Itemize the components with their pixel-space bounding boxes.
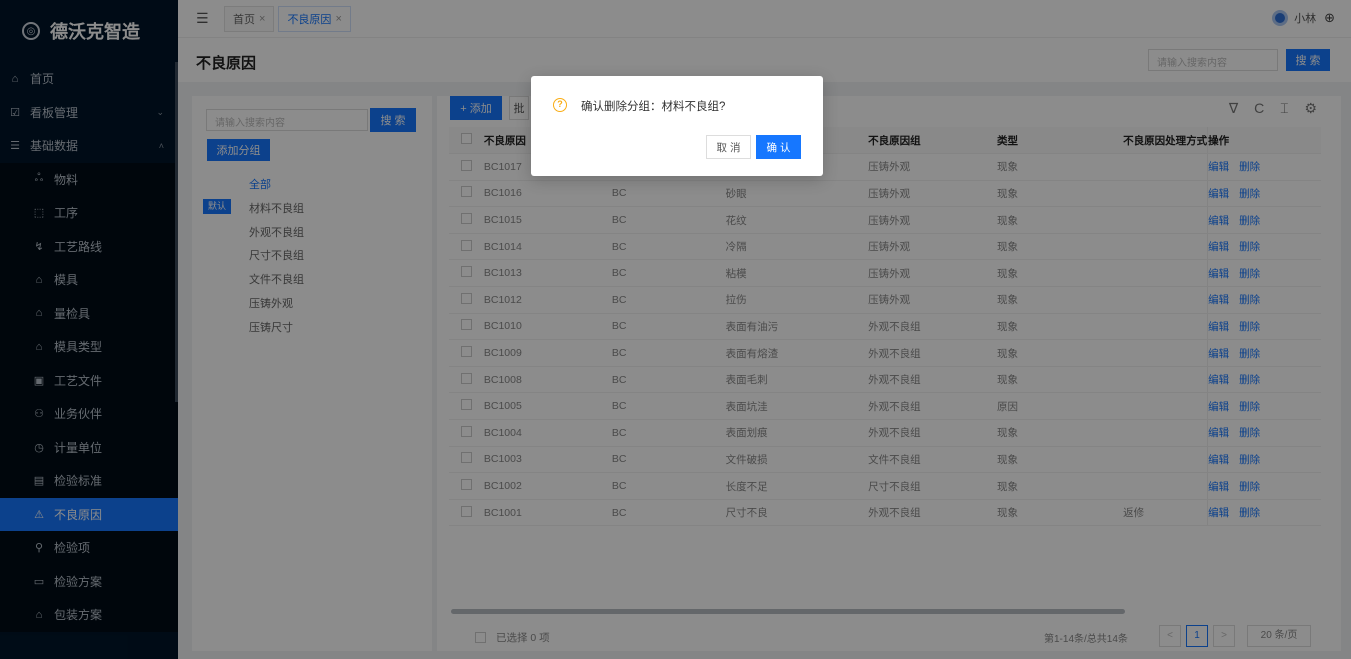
- confirm-dialog: ? 确认删除分组：材料不良组? 取 消 确 认: [531, 76, 823, 176]
- cancel-button[interactable]: 取 消: [706, 135, 751, 159]
- confirm-button[interactable]: 确 认: [756, 135, 801, 159]
- confirm-message: 确认删除分组：材料不良组?: [581, 101, 726, 113]
- question-icon: ?: [553, 98, 567, 112]
